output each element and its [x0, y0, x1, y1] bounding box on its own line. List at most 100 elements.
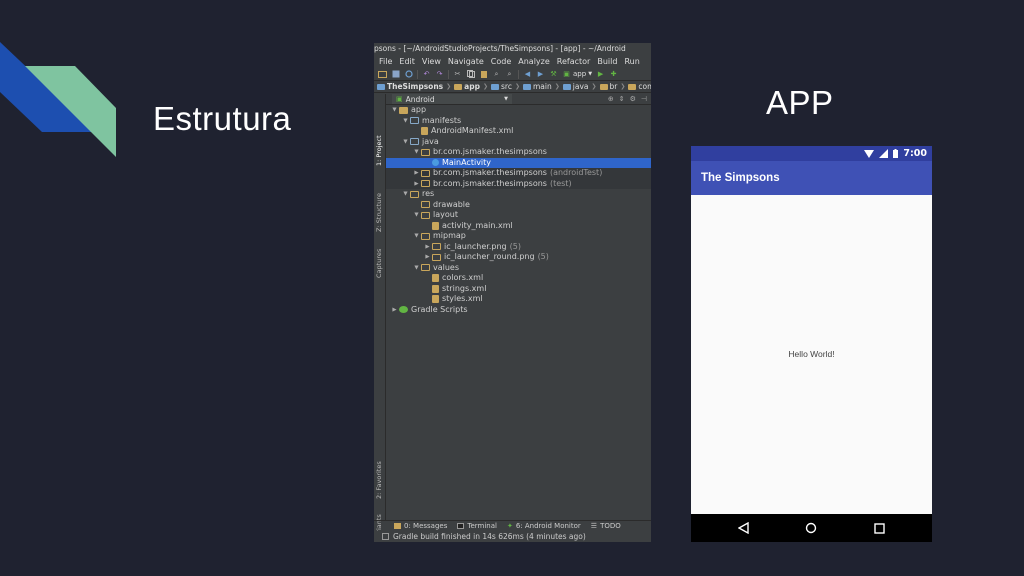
- cut-icon[interactable]: ✂: [453, 70, 462, 79]
- collapse-arrow-icon[interactable]: ▶: [390, 305, 399, 316]
- redo-icon[interactable]: ↷: [435, 70, 444, 79]
- phone-navigation-bar: [691, 514, 932, 542]
- tree-item-label: br.com.jsmaker.thesimpsons: [433, 168, 547, 177]
- tree-item[interactable]: strings.xml: [386, 284, 651, 295]
- tree-item-suffix: (test): [549, 178, 572, 188]
- tool-todo[interactable]: ☰ TODO: [591, 522, 621, 530]
- breadcrumb-app[interactable]: app: [454, 82, 480, 91]
- find-icon[interactable]: ⌕: [492, 70, 501, 79]
- back-icon[interactable]: ◀: [523, 70, 532, 79]
- tool-terminal[interactable]: Terminal: [457, 522, 497, 530]
- tree-item[interactable]: ▼ values: [386, 263, 651, 274]
- make-project-icon[interactable]: ⚒: [549, 70, 558, 79]
- chevron-right-icon: ❯: [591, 83, 597, 90]
- expand-arrow-icon[interactable]: ▼: [412, 210, 421, 221]
- android-icon: ▣: [396, 95, 403, 103]
- tree-item-suffix: (5): [509, 241, 521, 251]
- menu-edit[interactable]: Edit: [399, 55, 415, 68]
- breadcrumb-java[interactable]: java: [562, 82, 588, 91]
- save-icon[interactable]: [391, 70, 400, 79]
- tree-item[interactable]: AndroidManifest.xml: [386, 126, 651, 137]
- collapse-arrow-icon[interactable]: ▶: [412, 168, 421, 179]
- open-folder-icon[interactable]: [378, 70, 387, 79]
- tree-item[interactable]: ▼ app: [386, 105, 651, 116]
- folder-icon: [491, 83, 499, 90]
- recents-nav-icon[interactable]: [873, 521, 887, 535]
- undo-icon[interactable]: ↶: [422, 70, 431, 79]
- breadcrumb-project[interactable]: TheSimpsons: [377, 82, 443, 91]
- tree-item[interactable]: ▶ ic_launcher.png (5): [386, 242, 651, 253]
- tree-item[interactable]: activity_main.xml: [386, 221, 651, 232]
- back-nav-icon[interactable]: [736, 521, 750, 535]
- menu-code[interactable]: Code: [491, 55, 511, 68]
- tree-item-label: mipmap: [433, 231, 466, 240]
- side-tab-favorites[interactable]: 2: Favorites: [375, 461, 383, 499]
- debug-icon[interactable]: ✚: [609, 70, 618, 79]
- side-tab-structure[interactable]: Z: Structure: [375, 193, 383, 232]
- expand-arrow-icon[interactable]: ▼: [401, 116, 410, 127]
- menu-run[interactable]: Run: [624, 55, 639, 68]
- side-tab-project[interactable]: 1: Project: [375, 135, 383, 166]
- project-tree: ▼ app ▼ manifests AndroidManifest.xml ▼ java ▼ b…: [386, 105, 651, 315]
- tree-item[interactable]: MainActivity: [386, 157, 651, 168]
- replace-icon[interactable]: ⌕: [505, 70, 514, 79]
- tool-android-monitor[interactable]: ✦ 6: Android Monitor: [507, 522, 581, 530]
- folder-icon: [410, 117, 419, 125]
- tree-item[interactable]: colors.xml: [386, 273, 651, 284]
- menu-analyze[interactable]: Analyze: [518, 55, 550, 68]
- home-nav-icon[interactable]: [804, 521, 818, 535]
- tree-item[interactable]: styles.xml: [386, 294, 651, 305]
- terminal-icon: [457, 523, 465, 529]
- menu-file[interactable]: File: [379, 55, 392, 68]
- folder-icon: [377, 83, 385, 90]
- hide-panel-icon[interactable]: ⊣: [641, 95, 647, 103]
- tree-item[interactable]: ▼ br.com.jsmaker.thesimpsons: [386, 147, 651, 158]
- paste-icon[interactable]: [479, 70, 488, 79]
- tree-item[interactable]: ▼ res: [386, 189, 651, 200]
- sync-icon[interactable]: [404, 70, 413, 79]
- tree-item[interactable]: ▼ layout: [386, 210, 651, 221]
- collapse-arrow-icon[interactable]: ▶: [423, 252, 432, 263]
- folder-icon: [454, 83, 463, 90]
- side-tab-captures[interactable]: Captures: [375, 249, 383, 278]
- tree-item[interactable]: ▶ br.com.jsmaker.thesimpsons (test): [386, 178, 651, 190]
- breadcrumb-main[interactable]: main: [522, 82, 552, 91]
- menu-view[interactable]: View: [422, 55, 441, 68]
- copy-icon[interactable]: [466, 70, 475, 79]
- collapse-arrow-icon[interactable]: ▶: [423, 242, 432, 253]
- tree-item[interactable]: ▼ java: [386, 137, 651, 148]
- breadcrumb-br[interactable]: br: [599, 82, 617, 91]
- tree-item[interactable]: ▶ ic_launcher_round.png (5): [386, 252, 651, 263]
- tree-item[interactable]: ▶ br.com.jsmaker.thesimpsons (androidTest): [386, 168, 651, 179]
- expand-arrow-icon[interactable]: ▼: [390, 105, 399, 116]
- tool-messages[interactable]: 0: Messages: [394, 522, 447, 530]
- tree-item-label: br.com.jsmaker.thesimpsons: [433, 147, 547, 156]
- gear-icon[interactable]: ⚙: [630, 95, 636, 103]
- menu-refactor[interactable]: Refactor: [557, 55, 591, 68]
- android-phone-screen: 7:00 The Simpsons Hello World!: [691, 146, 932, 542]
- run-icon[interactable]: ▶: [596, 70, 605, 79]
- breadcrumb-com[interactable]: com: [628, 82, 651, 91]
- menu-build[interactable]: Build: [597, 55, 617, 68]
- tree-item[interactable]: drawable: [386, 200, 651, 211]
- res-folder-icon: [421, 211, 430, 219]
- expand-arrow-icon[interactable]: ▼: [412, 231, 421, 242]
- run-config-dropdown[interactable]: ▣ app ▼: [562, 70, 592, 79]
- menu-navigate[interactable]: Navigate: [448, 55, 484, 68]
- collapse-arrow-icon[interactable]: ▶: [412, 179, 421, 190]
- module-icon: [399, 106, 408, 114]
- breadcrumb-src[interactable]: src: [491, 82, 512, 91]
- tree-item[interactable]: ▶ Gradle Scripts: [386, 305, 651, 316]
- collapse-all-icon[interactable]: ⇕: [619, 95, 625, 103]
- chevron-right-icon: ❯: [514, 83, 520, 90]
- expand-arrow-icon[interactable]: ▼: [412, 263, 421, 274]
- tree-item[interactable]: ▼ manifests: [386, 116, 651, 127]
- tree-item[interactable]: ▼ mipmap: [386, 231, 651, 242]
- tree-item-label: ic_launcher_round.png: [444, 252, 535, 261]
- expand-arrow-icon[interactable]: ▼: [401, 137, 410, 148]
- sync-scroll-icon[interactable]: ⊕: [608, 95, 614, 103]
- expand-arrow-icon[interactable]: ▼: [401, 189, 410, 200]
- expand-arrow-icon[interactable]: ▼: [412, 147, 421, 158]
- forward-icon[interactable]: ▶: [536, 70, 545, 79]
- project-view-dropdown[interactable]: ▣ Android ▼: [392, 94, 512, 104]
